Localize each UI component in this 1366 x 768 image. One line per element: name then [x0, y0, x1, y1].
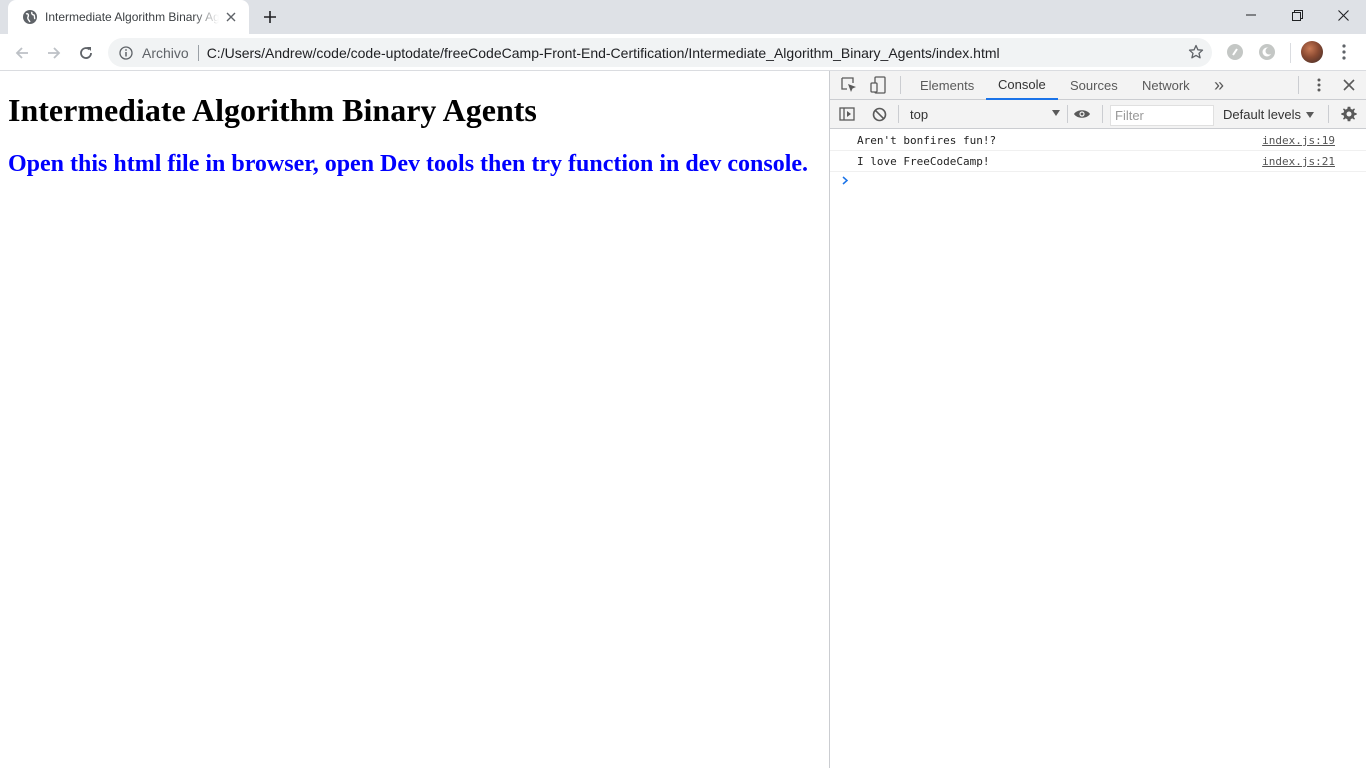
url-text[interactable]: C:/Users/Andrew/code/code-uptodate/freeC…	[207, 45, 1000, 61]
devtools-divider	[1298, 76, 1299, 94]
reload-icon	[80, 47, 92, 59]
context-selector-value: top	[910, 107, 929, 122]
browser-tab[interactable]: Intermediate Algorithm Binary Agents	[8, 0, 249, 34]
arrow-right-icon	[48, 47, 61, 59]
omnibox-divider	[197, 44, 199, 61]
page-viewport: Intermediate Algorithm Binary Agents Ope…	[0, 71, 829, 768]
console-settings-gear-icon[interactable]	[1338, 103, 1360, 125]
arrow-left-icon	[15, 47, 28, 59]
address-bar[interactable]: Archivo C:/Users/Andrew/code/code-uptoda…	[108, 38, 1212, 67]
console-filter-input[interactable]: Filter	[1110, 105, 1214, 126]
toolbar-divider	[1290, 43, 1291, 63]
devtools-tab-bar: Elements Console Sources Network »	[830, 71, 1366, 100]
star-icon[interactable]	[1188, 44, 1204, 60]
info-icon[interactable]	[118, 45, 134, 61]
show-sidebar-icon[interactable]	[836, 103, 858, 125]
minimize-button[interactable]	[1228, 0, 1274, 30]
console-prompt-chevron-icon[interactable]	[842, 173, 852, 187]
devtools-menu-icon[interactable]	[1308, 74, 1330, 96]
tab-console[interactable]: Console	[986, 71, 1058, 100]
console-message-source-link[interactable]: index.js:21	[1262, 155, 1335, 168]
devtools-divider	[1328, 105, 1329, 123]
context-selector[interactable]: top	[910, 105, 1060, 124]
site-info-label[interactable]: Archivo	[142, 45, 189, 61]
extension-icon[interactable]	[1225, 42, 1245, 62]
console-messages: Aren't bonfires fun!? index.js:19 I love…	[830, 130, 1366, 172]
devtools-divider	[1102, 105, 1103, 123]
devtools-panel: Elements Console Sources Network » top F…	[829, 71, 1366, 768]
devtools-divider	[900, 76, 901, 94]
device-toolbar-icon[interactable]	[867, 74, 889, 96]
tab-elements[interactable]: Elements	[920, 71, 974, 100]
tab-strip: Intermediate Algorithm Binary Agents	[0, 0, 1366, 34]
console-toolbar: top Filter Default levels	[830, 100, 1366, 129]
console-message: Aren't bonfires fun!? index.js:19	[830, 130, 1366, 151]
dark-mode-extension-icon[interactable]	[1257, 42, 1277, 62]
tab-network[interactable]: Network	[1142, 71, 1190, 100]
chevron-down-icon	[1052, 110, 1060, 116]
close-devtools-icon[interactable]	[1338, 74, 1360, 96]
console-message-text: I love FreeCodeCamp!	[857, 155, 990, 168]
console-message: I love FreeCodeCamp! index.js:21	[830, 151, 1366, 172]
profile-avatar[interactable]	[1301, 41, 1323, 63]
live-expression-eye-icon[interactable]	[1071, 103, 1093, 125]
log-levels-label: Default levels	[1223, 107, 1302, 122]
globe-icon	[22, 9, 38, 25]
page-instructions: Open this html file in browser, open Dev…	[8, 151, 809, 177]
browser-toolbar: Archivo C:/Users/Andrew/code/code-uptoda…	[0, 34, 1366, 71]
plus-icon	[264, 11, 276, 23]
reload-button[interactable]	[72, 39, 100, 67]
tab-title: Intermediate Algorithm Binary Agents	[45, 10, 219, 24]
new-tab-button[interactable]	[258, 5, 282, 29]
close-tab-icon[interactable]	[223, 9, 239, 25]
restore-button[interactable]	[1274, 0, 1320, 30]
log-levels-dropdown[interactable]: Default levels	[1223, 105, 1315, 124]
console-message-text: Aren't bonfires fun!?	[857, 134, 997, 147]
clear-console-icon[interactable]	[868, 103, 890, 125]
devtools-divider	[898, 105, 899, 123]
chevron-down-icon	[1306, 111, 1315, 118]
minimize-icon	[1246, 14, 1256, 16]
more-tabs-icon[interactable]: »	[1214, 71, 1224, 100]
menu-kebab-icon[interactable]	[1334, 42, 1354, 62]
console-message-source-link[interactable]: index.js:19	[1262, 134, 1335, 147]
restore-icon	[1291, 9, 1303, 21]
devtools-divider	[1067, 105, 1068, 123]
close-icon	[1337, 9, 1349, 21]
tab-sources[interactable]: Sources	[1070, 71, 1118, 100]
inspect-element-icon[interactable]	[838, 74, 860, 96]
close-window-button[interactable]	[1320, 0, 1366, 30]
forward-button[interactable]	[40, 39, 68, 67]
back-button[interactable]	[8, 39, 36, 67]
page-heading: Intermediate Algorithm Binary Agents	[8, 92, 537, 128]
